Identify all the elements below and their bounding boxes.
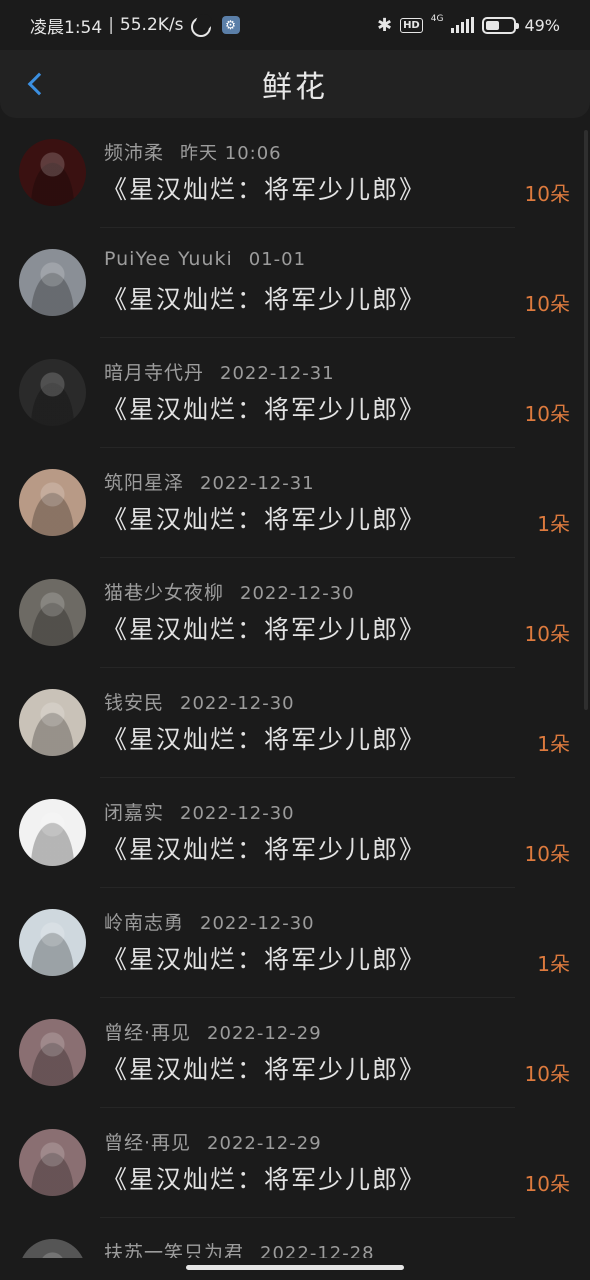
- app-header: 鲜花: [0, 50, 590, 118]
- send-date: 2022-12-30: [180, 803, 295, 824]
- avatar[interactable]: [19, 799, 86, 866]
- sender-line: PuiYee Yuuki 01-01: [104, 248, 306, 270]
- gear-icon: ⚙: [221, 16, 240, 34]
- sender-name: 筑阳星泽: [104, 472, 185, 494]
- send-date: 2022-12-29: [207, 1133, 322, 1154]
- send-date: 昨天 10:06: [180, 143, 282, 164]
- status-bar: 凌晨1:54 | 55.2K/s ⚙ ✱ HD 4G 49%: [0, 0, 590, 50]
- send-date: 2022-12-30: [180, 693, 295, 714]
- chevron-left-icon: [27, 72, 51, 96]
- list-item[interactable]: 频沛柔 昨天 10:06 《星汉灿烂：将军少儿郎》 10朵: [0, 118, 590, 228]
- avatar[interactable]: [19, 909, 86, 976]
- avatar[interactable]: [19, 249, 86, 316]
- status-speed: 55.2K/s: [119, 15, 184, 35]
- avatar[interactable]: [19, 1239, 86, 1258]
- send-date: 2022-12-30: [200, 913, 315, 934]
- flower-count: 1朵: [537, 952, 570, 976]
- status-separator: |: [108, 15, 114, 35]
- sender-name: PuiYee Yuuki: [104, 248, 233, 270]
- status-left: 凌晨1:54 | 55.2K/s ⚙: [30, 13, 240, 38]
- sender-line: 岭南志勇 2022-12-30: [104, 908, 315, 935]
- sender-name: 暗月寺代丹: [104, 362, 205, 384]
- flower-count: 10朵: [524, 1062, 570, 1086]
- book-title: 《星汉灿烂：将军少儿郎》: [102, 175, 427, 204]
- bluetooth-icon: ✱: [376, 14, 393, 36]
- book-title: 《星汉灿烂：将军少儿郎》: [102, 395, 427, 424]
- sender-name: 钱安民: [104, 692, 165, 714]
- flower-count: 10朵: [524, 292, 570, 316]
- book-title: 《星汉灿烂：将军少儿郎》: [102, 1055, 427, 1084]
- status-time: 凌晨1:54: [30, 17, 103, 38]
- book-title: 《星汉灿烂：将军少儿郎》: [102, 505, 427, 534]
- flower-count: 1朵: [537, 512, 570, 536]
- flower-list[interactable]: 频沛柔 昨天 10:06 《星汉灿烂：将军少儿郎》 10朵 PuiYee Yuuki 01…: [0, 118, 590, 1258]
- status-right: ✱ HD 4G 49%: [376, 13, 560, 36]
- sender-name: 曾经·再见: [104, 1022, 192, 1044]
- avatar[interactable]: [19, 1019, 86, 1086]
- home-indicator[interactable]: [186, 1265, 404, 1270]
- avatar[interactable]: [19, 359, 86, 426]
- sender-name: 猫巷少女夜柳: [104, 582, 225, 604]
- sender-line: 筑阳星泽 2022-12-31: [104, 468, 315, 495]
- avatar[interactable]: [19, 689, 86, 756]
- scrollbar[interactable]: [584, 130, 588, 710]
- network-type: 4G: [430, 13, 444, 24]
- send-date: 2022-12-28: [260, 1243, 375, 1258]
- avatar[interactable]: [19, 139, 86, 206]
- sender-name: 曾经·再见: [104, 1132, 192, 1154]
- sender-name: 扶苏一笑只为君: [104, 1242, 245, 1258]
- page-title: 鲜花: [262, 70, 328, 105]
- sender-line: 曾经·再见 2022-12-29: [104, 1018, 322, 1045]
- list-item[interactable]: 曾经·再见 2022-12-29 《星汉灿烂：将军少儿郎》 10朵: [0, 998, 590, 1108]
- book-title: 《星汉灿烂：将军少儿郎》: [102, 615, 427, 644]
- sender-name: 频沛柔: [104, 142, 165, 164]
- list-item[interactable]: 猫巷少女夜柳 2022-12-30 《星汉灿烂：将军少儿郎》 10朵: [0, 558, 590, 668]
- battery-percent: 49%: [524, 15, 560, 35]
- book-title: 《星汉灿烂：将军少儿郎》: [102, 835, 427, 864]
- avatar[interactable]: [19, 469, 86, 536]
- hd-icon: HD: [400, 17, 423, 33]
- send-date: 2022-12-30: [240, 583, 355, 604]
- list-item[interactable]: 暗月寺代丹 2022-12-31 《星汉灿烂：将军少儿郎》 10朵: [0, 338, 590, 448]
- book-title: 《星汉灿烂：将军少儿郎》: [102, 725, 427, 754]
- book-title: 《星汉灿烂：将军少儿郎》: [102, 285, 427, 314]
- list-item[interactable]: 曾经·再见 2022-12-29 《星汉灿烂：将军少儿郎》 10朵: [0, 1108, 590, 1218]
- list-item[interactable]: 岭南志勇 2022-12-30 《星汉灿烂：将军少儿郎》 1朵: [0, 888, 590, 998]
- avatar[interactable]: [19, 1129, 86, 1196]
- signal-icon: [451, 17, 475, 33]
- sender-line: 扶苏一笑只为君 2022-12-28: [104, 1238, 375, 1258]
- list-item[interactable]: 筑阳星泽 2022-12-31 《星汉灿烂：将军少儿郎》 1朵: [0, 448, 590, 558]
- flower-count: 10朵: [524, 402, 570, 426]
- book-title: 《星汉灿烂：将军少儿郎》: [102, 945, 427, 974]
- flower-count: 10朵: [524, 842, 570, 866]
- list-item[interactable]: 扶苏一笑只为君 2022-12-28: [0, 1218, 590, 1258]
- flower-count: 10朵: [524, 622, 570, 646]
- send-date: 2022-12-31: [200, 473, 315, 494]
- flower-count: 1朵: [537, 732, 570, 756]
- back-button[interactable]: [18, 66, 54, 102]
- sender-line: 暗月寺代丹 2022-12-31: [104, 358, 335, 385]
- moon-icon: [190, 14, 212, 37]
- send-date: 2022-12-29: [207, 1023, 322, 1044]
- sender-line: 钱安民 2022-12-30: [104, 688, 295, 715]
- flower-count: 10朵: [524, 182, 570, 206]
- send-date: 01-01: [248, 249, 307, 270]
- battery-fill: [486, 20, 500, 30]
- avatar[interactable]: [19, 579, 86, 646]
- flower-count: 10朵: [524, 1172, 570, 1196]
- sender-line: 闭嘉实 2022-12-30: [104, 798, 295, 825]
- sender-line: 频沛柔 昨天 10:06: [104, 138, 282, 165]
- list-item[interactable]: PuiYee Yuuki 01-01 《星汉灿烂：将军少儿郎》 10朵: [0, 228, 590, 338]
- sender-line: 猫巷少女夜柳 2022-12-30: [104, 578, 355, 605]
- book-title: 《星汉灿烂：将军少儿郎》: [102, 1165, 427, 1194]
- list-item[interactable]: 钱安民 2022-12-30 《星汉灿烂：将军少儿郎》 1朵: [0, 668, 590, 778]
- send-date: 2022-12-31: [220, 363, 335, 384]
- battery-icon: [482, 16, 520, 34]
- sender-name: 闭嘉实: [104, 802, 165, 824]
- list-item[interactable]: 闭嘉实 2022-12-30 《星汉灿烂：将军少儿郎》 10朵: [0, 778, 590, 888]
- sender-line: 曾经·再见 2022-12-29: [104, 1128, 322, 1155]
- sender-name: 岭南志勇: [104, 912, 185, 934]
